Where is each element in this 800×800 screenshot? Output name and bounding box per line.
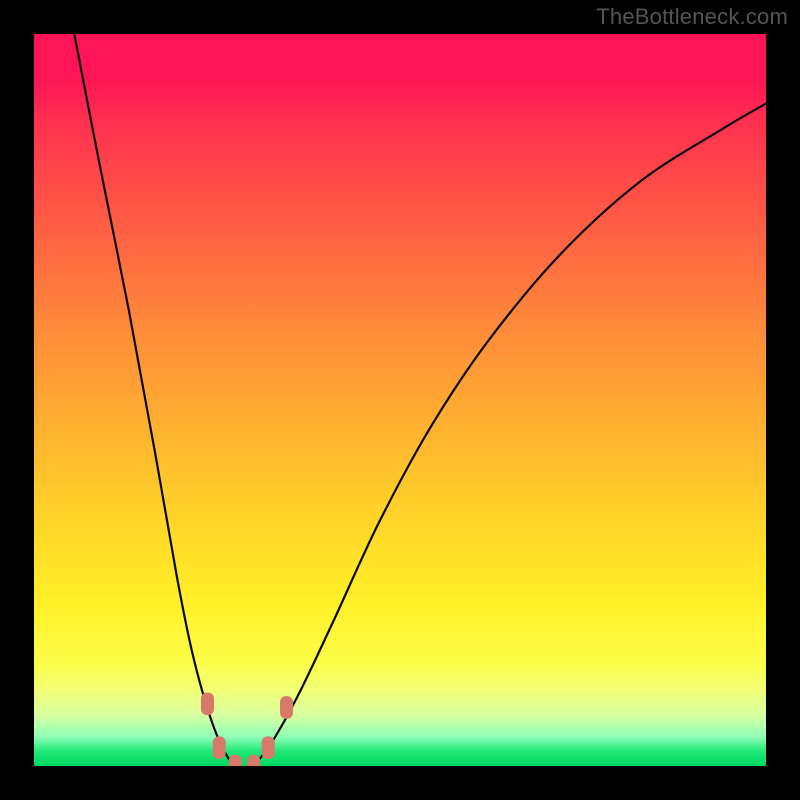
curve-marker: [248, 755, 260, 766]
plot-area: [34, 34, 766, 766]
chart-container: TheBottleneck.com: [0, 0, 800, 800]
curve-marker: [229, 755, 241, 766]
curve-marker: [262, 737, 274, 759]
bottleneck-curve: [74, 34, 766, 766]
watermark-text: TheBottleneck.com: [596, 4, 788, 30]
curve-layer: [34, 34, 766, 766]
curve-marker: [281, 697, 293, 719]
curve-marker: [202, 693, 214, 715]
curve-marker: [213, 737, 225, 759]
